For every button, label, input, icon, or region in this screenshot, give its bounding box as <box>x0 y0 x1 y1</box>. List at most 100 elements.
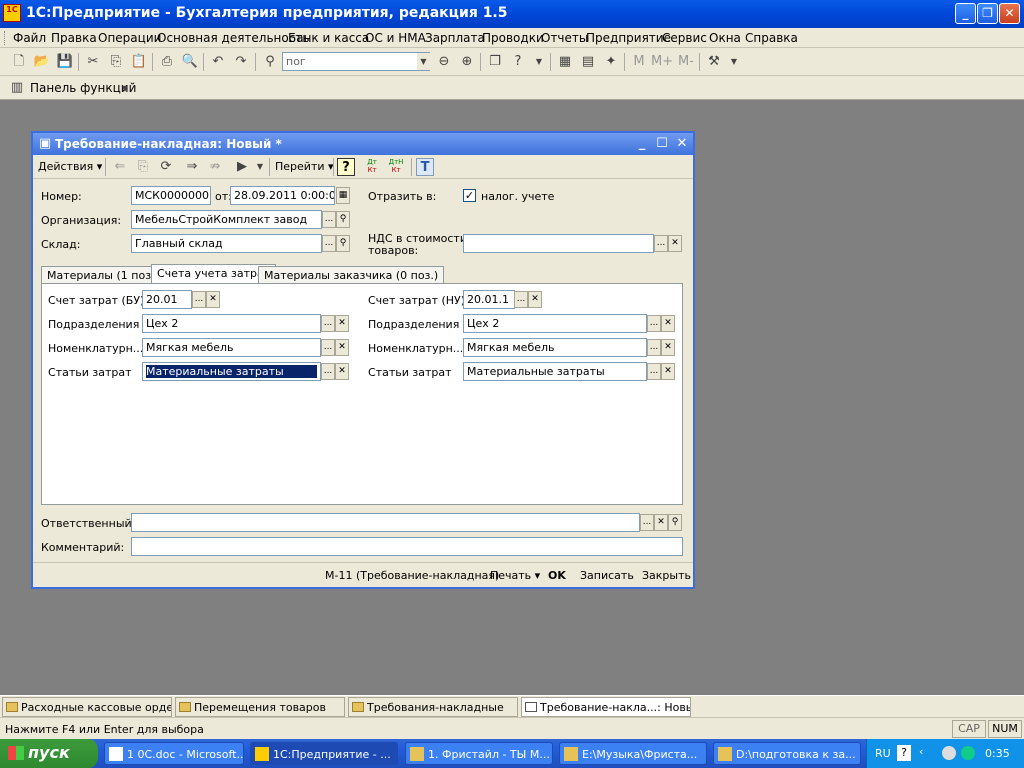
cost-item-left-clear-icon[interactable]: ✕ <box>335 363 349 380</box>
print-button[interactable]: Печать ▾ <box>490 569 540 582</box>
nomenclature-field-left[interactable]: Мягкая мебель <box>142 338 321 357</box>
cost-item-right-select-button[interactable]: ... <box>647 363 661 380</box>
department-left-clear-icon[interactable]: ✕ <box>335 315 349 332</box>
text-style-icon[interactable]: T <box>416 158 434 176</box>
cost-item-left-select-button[interactable]: ... <box>321 363 335 380</box>
enter-based-dropdown-icon[interactable]: ▼ <box>251 158 269 176</box>
calendar-icon[interactable]: ▤ <box>579 53 597 71</box>
menu-main-activity[interactable]: Основная деятельность <box>157 31 309 45</box>
tray-network-icon[interactable] <box>961 746 975 760</box>
goto-button[interactable]: Перейти ▾ <box>275 160 334 173</box>
department-field-left[interactable]: Цех 2 <box>142 314 321 333</box>
menu-help[interactable]: Справка <box>745 31 798 45</box>
memory-m-button[interactable]: M <box>630 53 648 71</box>
restore-button[interactable]: ❐ <box>977 3 998 24</box>
dt-kt-icon[interactable]: Дт Кт <box>363 158 381 176</box>
form-m11-button[interactable]: М-11 (Требование-накладная) <box>325 569 499 582</box>
cost-account-bu-field[interactable]: 20.01 <box>142 290 192 309</box>
print-icon[interactable]: ⎙ <box>158 53 176 71</box>
find-next-icon[interactable]: ⊕ <box>458 53 476 71</box>
cost-item-right-clear-icon[interactable]: ✕ <box>661 363 675 380</box>
tools-dropdown-icon[interactable]: ▼ <box>725 53 743 71</box>
menu-postings[interactable]: Проводки <box>482 31 544 45</box>
new-document-icon[interactable]: 🗋 <box>10 53 28 71</box>
language-indicator[interactable]: RU <box>875 747 891 760</box>
paste-icon[interactable]: 📋 <box>130 53 148 71</box>
calendar-button[interactable]: ▦ <box>336 187 350 204</box>
responsible-select-button[interactable]: ... <box>640 514 654 531</box>
window-tab-requisitions[interactable]: Требования-накладные <box>348 697 518 717</box>
window-tab-cash-orders[interactable]: Расходные кассовые ордера <box>2 697 172 717</box>
nomenclature-right-clear-icon[interactable]: ✕ <box>661 339 675 356</box>
nomenclature-right-select-button[interactable]: ... <box>647 339 661 356</box>
window-tab-goods-transfers[interactable]: Перемещения товаров <box>175 697 345 717</box>
dtn-kt-icon[interactable]: ДтН Кт <box>387 158 405 176</box>
cost-account-nu-clear-icon[interactable]: ✕ <box>528 291 542 308</box>
cost-account-nu-field[interactable]: 20.01.1 <box>463 290 515 309</box>
menu-operations[interactable]: Операции <box>98 31 161 45</box>
dialog-minimize-button[interactable]: _ <box>633 135 651 153</box>
window-tab-requisition-new[interactable]: Требование-накла...: Новый * <box>521 697 691 717</box>
vat-select-button[interactable]: ... <box>654 235 668 252</box>
function-panel-icon[interactable]: ▥ <box>8 79 26 97</box>
nomenclature-left-clear-icon[interactable]: ✕ <box>335 339 349 356</box>
department-right-clear-icon[interactable]: ✕ <box>661 315 675 332</box>
minimize-button[interactable]: _ <box>955 3 976 24</box>
organization-open-icon[interactable]: ⚲ <box>336 211 350 228</box>
vat-field[interactable] <box>463 234 654 253</box>
unpost-icon[interactable]: ⇏ <box>206 158 224 176</box>
post-icon[interactable]: ⇒ <box>183 158 201 176</box>
comment-field[interactable] <box>131 537 683 556</box>
actions-button[interactable]: Действия ▾ <box>38 160 102 173</box>
warehouse-open-icon[interactable]: ⚲ <box>336 235 350 252</box>
save-button[interactable]: Записать <box>580 569 634 582</box>
warehouse-field[interactable]: Главный склад <box>131 234 322 253</box>
help-tray-icon[interactable]: ? <box>897 745 911 761</box>
menu-file[interactable]: Файл <box>13 31 46 45</box>
dialog-close-button[interactable]: ✕ <box>673 135 691 153</box>
find-prev-icon[interactable]: ⊖ <box>435 53 453 71</box>
ok-button[interactable]: OK <box>548 569 566 582</box>
open-icon[interactable]: 📂 <box>33 53 51 71</box>
department-left-select-button[interactable]: ... <box>321 315 335 332</box>
responsible-open-icon[interactable]: ⚲ <box>668 514 682 531</box>
help-1c-icon[interactable]: ? <box>509 53 527 71</box>
copy-doc-icon[interactable]: ⎘ <box>134 158 152 176</box>
calculator-icon[interactable]: ▦ <box>556 53 574 71</box>
help-button[interactable]: ? <box>337 158 355 176</box>
redo-icon[interactable]: ↷ <box>232 53 250 71</box>
task-1c[interactable]: 1С:Предприятие - ... <box>250 742 398 765</box>
menu-bank-cash[interactable]: Банк и касса <box>288 31 369 45</box>
cut-icon[interactable]: ✂ <box>84 53 102 71</box>
cost-item-field-right[interactable]: Материальные затраты <box>463 362 647 381</box>
nomenclature-field-right[interactable]: Мягкая мебель <box>463 338 647 357</box>
hints-icon[interactable]: ✦ <box>602 53 620 71</box>
dropdown-arrow-icon[interactable]: ▼ <box>530 53 548 71</box>
menu-edit[interactable]: Правка <box>51 31 97 45</box>
task-word[interactable]: 1 0С.doc - Microsoft... <box>104 742 244 765</box>
vat-clear-icon[interactable]: ✕ <box>668 235 682 252</box>
close-button[interactable]: ✕ <box>999 3 1020 24</box>
tray-app-icon[interactable] <box>942 746 956 760</box>
binoculars-icon[interactable]: ⚲ <box>261 53 279 71</box>
search-input[interactable]: пог <box>282 52 430 71</box>
enter-based-icon[interactable]: ▶ <box>233 158 251 176</box>
tax-accounting-checkbox[interactable]: ✓ <box>463 189 476 202</box>
copy-icon[interactable]: ⎘ <box>107 53 125 71</box>
responsible-clear-icon[interactable]: ✕ <box>654 514 668 531</box>
menu-enterprise[interactable]: Предприятие <box>586 31 671 45</box>
search-dropdown-icon[interactable]: ▼ <box>417 53 430 70</box>
organization-field[interactable]: МебельСтройКомплект завод <box>131 210 322 229</box>
refresh-icon[interactable]: ⟳ <box>157 158 175 176</box>
save-icon[interactable]: 💾 <box>56 53 74 71</box>
number-field[interactable]: МСК00000001 <box>131 186 211 205</box>
organization-select-button[interactable]: ... <box>322 211 336 228</box>
memory-minus-button[interactable]: M- <box>675 53 697 71</box>
cost-item-field-left[interactable]: Материальные затраты <box>142 362 321 381</box>
task-music-folder[interactable]: E:\Музыка\Фриста... <box>559 742 707 765</box>
memory-plus-button[interactable]: M+ <box>651 53 673 71</box>
close-dialog-button[interactable]: Закрыть <box>642 569 691 582</box>
task-d-folder[interactable]: D:\подготовка к за... <box>713 742 861 765</box>
menu-os-nma[interactable]: ОС и НМА <box>365 31 426 45</box>
nav-back-icon[interactable]: ⇐ <box>111 158 129 176</box>
